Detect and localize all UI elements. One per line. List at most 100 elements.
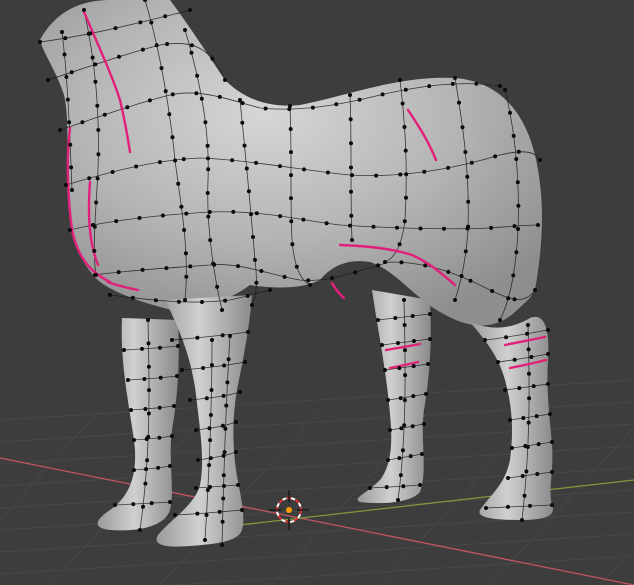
mesh-vertex[interactable] xyxy=(386,458,390,462)
mesh-vertex[interactable] xyxy=(424,392,428,396)
mesh-vertex[interactable] xyxy=(222,484,226,488)
mesh-vertex[interactable] xyxy=(240,508,244,512)
mesh-vertex[interactable] xyxy=(357,97,362,102)
mesh-vertex[interactable] xyxy=(217,509,222,514)
mesh-vertex[interactable] xyxy=(396,498,400,502)
mesh-vertex[interactable] xyxy=(503,88,507,92)
mesh-vertex[interactable] xyxy=(172,404,176,408)
mesh-vertex[interactable] xyxy=(516,149,521,154)
mesh-vertex[interactable] xyxy=(397,456,402,461)
mesh-vertex[interactable] xyxy=(170,338,174,342)
mesh-vertex[interactable] xyxy=(145,458,150,463)
mesh-vertex[interactable] xyxy=(138,20,143,25)
mesh-vertex[interactable] xyxy=(525,445,530,449)
mesh-vertex[interactable] xyxy=(330,276,334,281)
mesh-vertex[interactable] xyxy=(230,158,235,163)
mesh-vertex[interactable] xyxy=(399,260,404,265)
mesh-vertex[interactable] xyxy=(334,102,339,107)
mesh-vertex[interactable] xyxy=(383,260,387,264)
mesh-vertex[interactable] xyxy=(412,339,416,343)
mesh-vertex[interactable] xyxy=(92,248,97,253)
mesh-vertex[interactable] xyxy=(511,273,516,278)
mesh-vertex[interactable] xyxy=(96,128,101,132)
mesh-vertex[interactable] xyxy=(195,511,200,516)
mesh-vertex[interactable] xyxy=(207,426,212,431)
mesh-vertex[interactable] xyxy=(254,280,259,285)
far-front-leg[interactable] xyxy=(97,318,179,531)
mesh-vertex[interactable] xyxy=(204,396,209,401)
mesh-vertex[interactable] xyxy=(180,368,184,372)
mesh-vertex[interactable] xyxy=(228,334,232,338)
mesh-vertex[interactable] xyxy=(205,488,210,492)
mesh-vertex[interactable] xyxy=(223,298,228,303)
mesh-vertex[interactable] xyxy=(195,335,200,340)
mesh-vertex[interactable] xyxy=(108,293,112,297)
mesh-vertex[interactable] xyxy=(204,513,209,517)
mesh-vertex[interactable] xyxy=(310,105,315,110)
mesh-vertex[interactable] xyxy=(418,226,423,231)
mesh-vertex[interactable] xyxy=(236,483,240,487)
mesh-vertex[interactable] xyxy=(520,518,524,522)
mesh-vertex[interactable] xyxy=(380,343,384,347)
mesh-vertex[interactable] xyxy=(134,164,139,169)
mesh-vertex[interactable] xyxy=(411,394,416,399)
mesh-vertex[interactable] xyxy=(546,382,550,386)
mesh-vertex[interactable] xyxy=(400,101,405,106)
mesh-vertex[interactable] xyxy=(243,360,247,364)
mesh-vertex[interactable] xyxy=(348,93,352,97)
mesh-vertex[interactable] xyxy=(194,428,198,432)
mesh-vertex[interactable] xyxy=(453,76,457,80)
mesh-vertex[interactable] xyxy=(349,165,353,170)
mesh-vertex[interactable] xyxy=(512,224,517,229)
mesh-vertex[interactable] xyxy=(282,274,287,279)
mesh-vertex[interactable] xyxy=(402,219,407,224)
mesh-vertex[interactable] xyxy=(402,298,406,302)
mesh-vertex[interactable] xyxy=(215,284,220,289)
mesh-vertex[interactable] xyxy=(510,446,514,450)
mesh-vertex[interactable] xyxy=(289,150,293,155)
mesh-vertex[interactable] xyxy=(427,84,432,89)
mesh-vertex[interactable] xyxy=(220,333,225,338)
mesh-vertex[interactable] xyxy=(143,407,148,411)
mesh-vertex[interactable] xyxy=(132,438,136,442)
mesh-vertex[interactable] xyxy=(401,484,406,489)
mesh-vertex[interactable] xyxy=(168,464,172,468)
mesh-vertex[interactable] xyxy=(463,249,468,254)
mesh-vertex[interactable] xyxy=(238,390,242,394)
3d-viewport[interactable] xyxy=(0,0,634,585)
mesh-vertex[interactable] xyxy=(140,267,145,272)
mesh-vertex[interactable] xyxy=(201,366,206,370)
mesh-vertex[interactable] xyxy=(376,263,381,268)
mesh-vertex[interactable] xyxy=(157,160,162,165)
mesh-vertex[interactable] xyxy=(224,403,229,408)
mesh-vertex[interactable] xyxy=(526,347,531,352)
mesh-vertex[interactable] xyxy=(158,345,162,350)
mesh-vertex[interactable] xyxy=(221,453,226,458)
crosshair-3d-cursor-icon[interactable] xyxy=(269,490,309,530)
mesh-vertex[interactable] xyxy=(146,318,150,322)
mesh-vertex[interactable] xyxy=(210,56,215,61)
mesh-vertex[interactable] xyxy=(113,26,118,31)
mesh-vertex[interactable] xyxy=(254,211,259,216)
mesh-vertex[interactable] xyxy=(113,503,117,507)
mesh-vertex[interactable] xyxy=(459,274,464,278)
mesh-vertex[interactable] xyxy=(508,110,512,115)
mesh-vertex[interactable] xyxy=(349,141,353,146)
mesh-vertex[interactable] xyxy=(550,470,554,474)
mesh-vertex[interactable] xyxy=(93,273,97,277)
mesh-vertex[interactable] xyxy=(349,213,354,218)
mesh-vertex[interactable] xyxy=(396,341,400,345)
mesh-vertex[interactable] xyxy=(457,100,461,105)
mesh-vertex[interactable] xyxy=(240,101,245,106)
mesh-vertex[interactable] xyxy=(64,183,68,187)
mesh-vertex[interactable] xyxy=(156,465,161,470)
mesh-vertex[interactable] xyxy=(181,157,186,162)
mesh-vertex[interactable] xyxy=(167,112,172,117)
mesh-vertex[interactable] xyxy=(153,298,158,303)
mesh-vertex[interactable] xyxy=(301,217,306,222)
mesh-vertex[interactable] xyxy=(418,483,422,487)
mesh-vertex[interactable] xyxy=(194,486,198,490)
mesh-vertex[interactable] xyxy=(188,8,192,12)
mesh-vertex[interactable] xyxy=(533,288,537,292)
mesh-vertex[interactable] xyxy=(422,169,427,174)
